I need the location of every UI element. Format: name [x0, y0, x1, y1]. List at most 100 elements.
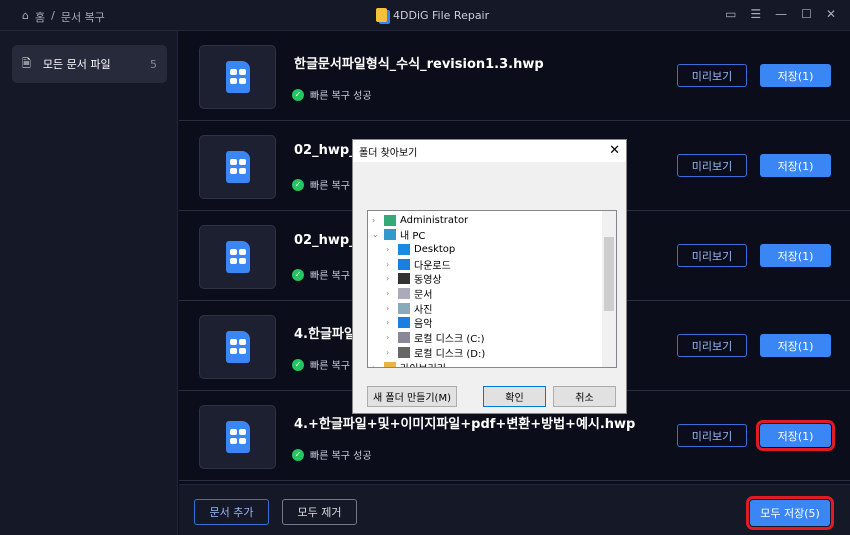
preview-button[interactable]: 미리보기 [677, 424, 747, 447]
preview-button[interactable]: 미리보기 [677, 334, 747, 357]
file-name: 4.+한글파일+및+이미지파일+pdf+변환+방법+예시.hwp [294, 417, 636, 432]
breadcrumb-home[interactable]: 홈 [35, 9, 45, 25]
preview-button[interactable]: 미리보기 [677, 64, 747, 87]
save-button[interactable]: 저장(1) [760, 64, 831, 87]
hwp-file-icon [226, 241, 250, 273]
download-icon [398, 258, 410, 270]
remove-all-button[interactable]: 모두 제거 [282, 499, 357, 525]
tree-item-label: 로컬 디스크 (C:) [414, 334, 485, 346]
check-icon: ✓ [292, 268, 304, 281]
check-icon: ✓ [292, 358, 304, 371]
library-icon [384, 361, 396, 367]
chevron-right-icon[interactable]: › [386, 348, 394, 357]
chevron-right-icon[interactable]: › [372, 363, 380, 368]
tree-item[interactable]: ⌄ 내 PC [372, 228, 425, 242]
add-document-button[interactable]: 문서 추가 [194, 499, 269, 525]
music-icon [398, 317, 410, 329]
file-thumbnail [199, 225, 276, 289]
user-icon [384, 214, 396, 226]
repair-status: ✓ 빠른 복구 성공 [292, 87, 372, 102]
tree-item[interactable]: › Desktop [386, 242, 455, 256]
chevron-right-icon[interactable]: › [386, 318, 394, 327]
status-text: 빠른 복구 성공 [310, 91, 372, 102]
tree-item-label: 문서 [414, 290, 433, 301]
minimize-icon[interactable]: — [775, 7, 787, 21]
maximize-icon[interactable]: ☐ [801, 7, 812, 21]
chevron-right-icon[interactable]: › [386, 304, 394, 313]
chevron-right-icon[interactable]: › [372, 216, 380, 225]
tree-item[interactable]: › 라이브러리 [372, 360, 446, 368]
status-text: 빠른 복구 [310, 181, 350, 192]
preview-button[interactable]: 미리보기 [677, 154, 747, 177]
browse-folder-dialog: 폴더 찾아보기 ✕ › Administrator ⌄ 내 PC › Desktop › 다운… [352, 139, 627, 414]
chevron-right-icon[interactable]: › [386, 333, 394, 342]
breadcrumb: ⌂ 홈 / 문서 복구 [22, 9, 105, 25]
save-button[interactable]: 저장(1) [756, 420, 835, 451]
tree-item-label: 음악 [414, 319, 433, 331]
save-button[interactable]: 저장(1) [760, 244, 831, 267]
sidebar-item-label: 모든 문서 파일 [42, 58, 111, 71]
documents-icon [398, 288, 410, 299]
repair-status: ✓ 빠른 복구 [292, 267, 350, 282]
feedback-icon[interactable]: ▭ [725, 7, 736, 21]
dialog-close-icon[interactable]: ✕ [609, 143, 620, 158]
pictures-icon [398, 302, 410, 314]
file-thumbnail [199, 405, 276, 469]
tree-item[interactable]: › 로컬 디스크 (C:) [386, 331, 485, 345]
sidebar-item-all-documents[interactable]: 🗎 모든 문서 파일 5 [12, 45, 167, 83]
close-icon[interactable]: ✕ [826, 7, 836, 21]
hwp-file-icon [226, 61, 250, 93]
new-folder-button[interactable]: 새 폴더 만들기(M) [367, 386, 457, 407]
tree-item-label: Desktop [414, 243, 456, 255]
chevron-right-icon[interactable]: › [386, 289, 394, 298]
save-all-button[interactable]: 모두 저장(5) [746, 496, 834, 530]
ok-button[interactable]: 확인 [483, 386, 546, 407]
app-logo-icon [376, 8, 387, 22]
footer: 문서 추가 모두 제거 모두 저장(5) [179, 484, 850, 535]
chevron-right-icon[interactable]: › [386, 260, 394, 269]
tree-item[interactable]: › 문서 [386, 287, 432, 301]
repair-status: ✓ 빠른 복구 [292, 357, 350, 372]
document-icon: 🗎 [22, 56, 31, 70]
hwp-file-icon [226, 421, 250, 453]
video-icon [398, 273, 410, 285]
save-button[interactable]: 저장(1) [760, 154, 831, 177]
menu-icon[interactable]: ☰ [750, 7, 761, 21]
file-thumbnail [199, 135, 276, 199]
app-title-text: 4DDiG File Repair [393, 8, 490, 22]
status-text: 빠른 복구 [310, 361, 350, 372]
tree-item[interactable]: › 동영상 [386, 272, 442, 286]
cancel-button[interactable]: 취소 [553, 386, 616, 407]
tree-item-label: 다운로드 [414, 260, 451, 272]
sidebar-item-count: 5 [150, 57, 157, 71]
home-icon[interactable]: ⌂ [22, 9, 29, 25]
breadcrumb-current: 문서 복구 [60, 11, 105, 24]
tree-item-label: 동영상 [414, 275, 442, 287]
repair-status: ✓ 빠른 복구 성공 [292, 447, 372, 462]
chevron-right-icon[interactable]: › [386, 245, 394, 254]
tree-item[interactable]: › Administrator [372, 213, 468, 227]
dialog-title: 폴더 찾아보기 [353, 140, 626, 162]
file-row: 한글문서파일형식_수식_revision1.3.hwp ✓ 빠른 복구 성공 미리… [179, 31, 850, 121]
tree-scrollbar[interactable] [602, 211, 616, 367]
check-icon: ✓ [292, 88, 304, 101]
save-button[interactable]: 저장(1) [760, 334, 831, 357]
tree-item[interactable]: › 사진 [386, 301, 432, 316]
app-title: 4DDiG File Repair [376, 8, 489, 22]
hwp-file-icon [226, 151, 250, 183]
title-bar: ⌂ 홈 / 문서 복구 4DDiG File Repair ▭ ☰ — ☐ ✕ [0, 0, 850, 31]
file-name: 한글문서파일형식_수식_revision1.3.hwp [294, 57, 544, 72]
chevron-right-icon[interactable]: › [386, 274, 394, 283]
tree-item[interactable]: › 로컬 디스크 (D:) [386, 345, 485, 360]
scrollbar-thumb[interactable] [604, 237, 614, 311]
folder-tree[interactable]: › Administrator ⌄ 내 PC › Desktop › 다운로드 › 동영상 › 문서 ›… [367, 210, 617, 368]
desktop-icon [398, 243, 410, 255]
status-text: 빠른 복구 성공 [310, 451, 372, 462]
tree-item[interactable]: › 음악 [386, 316, 432, 330]
preview-button[interactable]: 미리보기 [677, 244, 747, 267]
tree-item-label: 내 PC [400, 231, 426, 243]
hwp-file-icon [226, 331, 250, 363]
chevron-down-icon[interactable]: ⌄ [372, 230, 380, 239]
check-icon: ✓ [292, 178, 304, 191]
tree-item[interactable]: › 다운로드 [386, 257, 451, 272]
